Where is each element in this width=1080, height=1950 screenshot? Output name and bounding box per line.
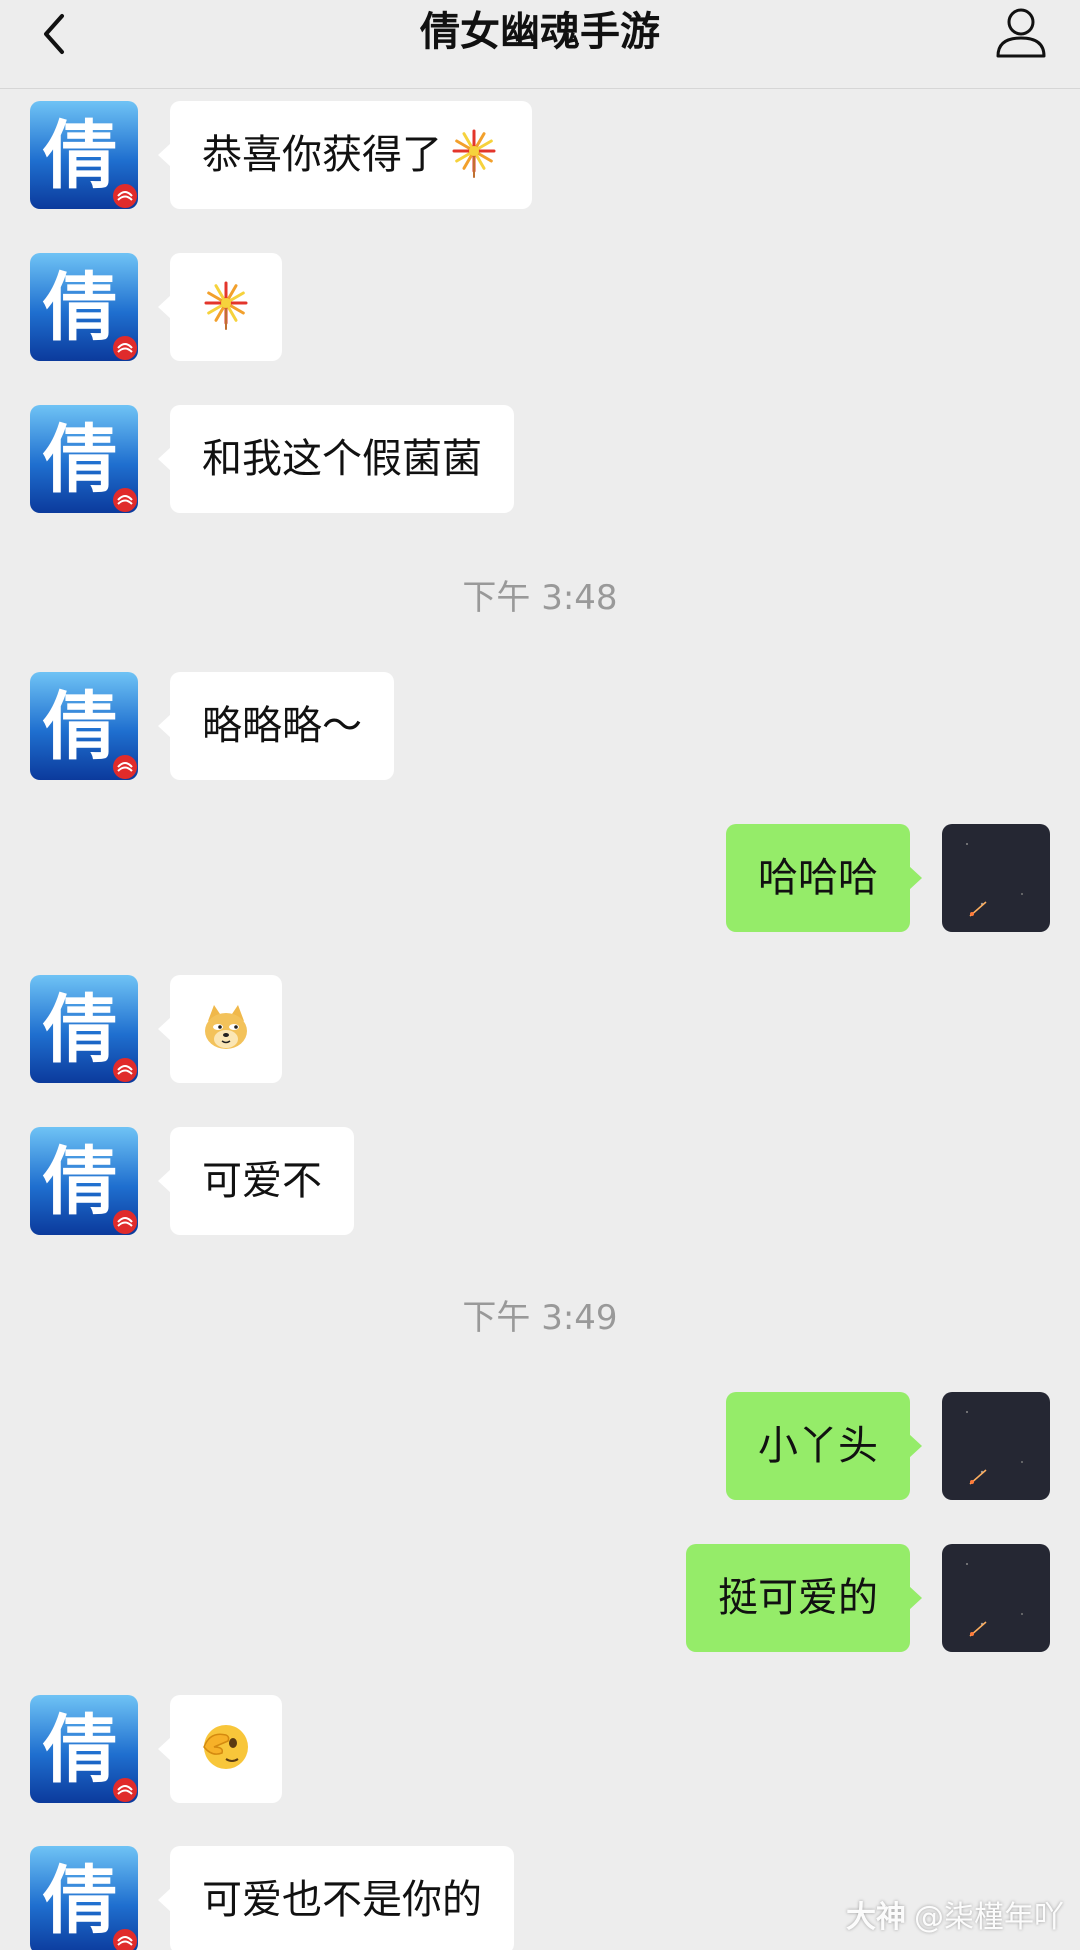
qiannv-logo-avatar[interactable]: 倩: [30, 1127, 138, 1235]
message-row-incoming: 倩 恭喜你获得了: [0, 101, 1080, 209]
svg-text:倩: 倩: [42, 987, 117, 1073]
message-row-outgoing: 挺可爱的: [0, 1544, 1080, 1652]
doge-emoji: [205, 1005, 247, 1049]
message-text: 恭喜你获得了: [202, 132, 442, 178]
timestamp: 下午 3:48: [462, 578, 618, 618]
qiannv-logo-avatar[interactable]: 倩: [30, 253, 138, 361]
message-list[interactable]: 倩 恭喜你获得了 倩 倩 和我这个假菌菌 下午 3:48 倩 略略略～ 哈哈哈 …: [0, 89, 1080, 1950]
message-text: 和我这个假菌菌: [202, 436, 482, 482]
message-row-outgoing: 小丫头: [0, 1392, 1080, 1500]
moon-night-avatar[interactable]: [942, 1544, 1050, 1652]
message-row-incoming: 倩 可爱不: [0, 1127, 1080, 1235]
message-row-incoming: 倩: [0, 1695, 1080, 1803]
watermark-brand: 大神: [846, 1900, 906, 1935]
message-text: 挺可爱的: [718, 1575, 878, 1621]
qiannv-logo-avatar[interactable]: 倩: [30, 975, 138, 1083]
fireworks-emoji: [452, 129, 496, 178]
message-row-incoming: 倩: [0, 253, 1080, 361]
message-text: 可爱不: [202, 1158, 322, 1204]
message-row-incoming: 倩 和我这个假菌菌: [0, 405, 1080, 513]
moon-night-avatar[interactable]: [942, 1392, 1050, 1500]
message-bubble[interactable]: 挺可爱的: [686, 1544, 922, 1652]
qiannv-logo-avatar[interactable]: 倩: [30, 405, 138, 513]
chat-title: 倩女幽魂手游: [420, 9, 660, 55]
message-bubble[interactable]: 可爱也不是你的: [158, 1846, 514, 1950]
person-icon[interactable]: [990, 2, 1052, 64]
message-text: 略略略～: [202, 703, 362, 749]
message-row-incoming: 倩 略略略～: [0, 672, 1080, 780]
message-row-outgoing: 哈哈哈: [0, 824, 1080, 932]
svg-text:倩: 倩: [42, 417, 117, 503]
face-palm-emoji: [203, 1725, 248, 1769]
svg-text:倩: 倩: [42, 684, 117, 770]
moon-night-avatar[interactable]: [942, 824, 1050, 932]
chat-screen: 倩女幽魂手游 倩 恭喜你获得了 倩 倩 和我这个假菌菌 下午 3:48 倩 略略…: [0, 0, 1080, 1950]
message-row-incoming: 倩: [0, 975, 1080, 1083]
qiannv-logo-avatar[interactable]: 倩: [30, 672, 138, 780]
svg-text:倩: 倩: [42, 265, 117, 351]
qiannv-logo-avatar[interactable]: 倩: [30, 1846, 138, 1950]
watermark-handle: @柒槿年吖: [914, 1900, 1064, 1935]
message-bubble[interactable]: 哈哈哈: [726, 824, 922, 932]
message-bubble[interactable]: 和我这个假菌菌: [158, 405, 514, 513]
message-text: 小丫头: [758, 1423, 878, 1469]
message-text: 可爱也不是你的: [202, 1877, 482, 1923]
message-bubble[interactable]: 可爱不: [158, 1127, 354, 1235]
message-bubble[interactable]: [158, 253, 282, 361]
message-bubble[interactable]: 恭喜你获得了: [158, 101, 532, 209]
chat-header: 倩女幽魂手游: [0, 0, 1080, 89]
message-bubble[interactable]: 略略略～: [158, 672, 394, 780]
watermark: 大神 @柒槿年吖: [846, 1892, 1064, 1936]
message-bubble[interactable]: 小丫头: [726, 1392, 922, 1500]
qiannv-logo-avatar[interactable]: 倩: [30, 101, 138, 209]
svg-text:倩: 倩: [42, 113, 117, 199]
svg-text:倩: 倩: [42, 1858, 117, 1944]
message-text: 哈哈哈: [758, 855, 878, 901]
timestamp: 下午 3:49: [462, 1298, 618, 1338]
message-bubble[interactable]: [158, 1695, 282, 1803]
fireworks-emoji: [204, 281, 248, 330]
qiannv-logo-avatar[interactable]: 倩: [30, 1695, 138, 1803]
message-bubble[interactable]: [158, 975, 282, 1083]
svg-text:倩: 倩: [42, 1707, 117, 1793]
svg-text:倩: 倩: [42, 1139, 117, 1225]
